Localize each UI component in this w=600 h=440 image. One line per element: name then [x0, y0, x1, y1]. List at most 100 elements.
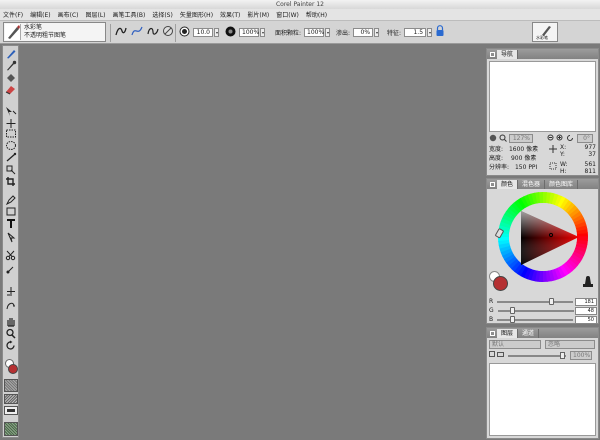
oval-select-icon[interactable] [4, 140, 18, 151]
size-field[interactable]: 10.0 [193, 27, 213, 37]
x-value: 977 [584, 144, 596, 151]
layer-opacity-slider[interactable] [508, 351, 566, 359]
brush-icon[interactable] [4, 48, 18, 59]
scissors-icon[interactable] [4, 250, 18, 261]
opacity-field[interactable]: 100% [239, 27, 259, 37]
add-point-icon[interactable] [4, 264, 18, 275]
freehand-stroke-icon[interactable] [114, 25, 128, 39]
opacity-icon [225, 26, 236, 39]
x-label: X: [560, 144, 567, 151]
layer-options-icon[interactable] [489, 351, 505, 360]
tab-navigator[interactable]: 导航 [497, 49, 519, 59]
red-slider[interactable]: R 181 [489, 297, 597, 306]
blend-field[interactable]: 0% [353, 27, 374, 37]
layer-list[interactable] [489, 363, 596, 436]
media-swatch[interactable] [4, 406, 18, 415]
nozzle-swatch[interactable] [4, 422, 18, 436]
zoom-field[interactable]: 127% [509, 134, 533, 143]
blue-knob[interactable] [510, 315, 516, 323]
menu-select[interactable]: 选择(S) [152, 10, 173, 19]
color-stamp-icon[interactable] [582, 275, 594, 291]
close-icon[interactable] [490, 330, 495, 336]
tab-mixer[interactable]: 混色器 [518, 179, 546, 189]
line-stroke-icon[interactable] [146, 25, 160, 39]
dropper-icon[interactable] [4, 60, 18, 71]
canvas-area[interactable] [20, 45, 485, 440]
tab-color[interactable]: 颜色 [497, 179, 519, 189]
brush-selector[interactable]: 水彩笔 不透明粗节图笔 [3, 22, 106, 42]
feature-spinner[interactable] [427, 27, 433, 37]
shape-icon[interactable] [4, 206, 18, 217]
blue-slider[interactable]: B 50 [489, 315, 597, 324]
composite-method-select[interactable]: 默认 [489, 340, 541, 349]
paint-bucket-icon[interactable] [4, 72, 18, 83]
rotate-field[interactable]: 0° [577, 134, 593, 143]
size-spinner[interactable] [214, 27, 219, 37]
opacity-spinner[interactable] [260, 27, 265, 37]
red-track[interactable] [497, 297, 574, 305]
blue-track[interactable] [497, 315, 574, 323]
selection-adjuster-icon[interactable] [4, 164, 18, 175]
tab-layers[interactable]: 图层 [497, 328, 519, 338]
width-value: 1600 像素 [508, 146, 539, 153]
pen-icon[interactable] [4, 194, 18, 205]
menu-brushes[interactable]: 画笔工具(B) [113, 10, 146, 19]
green-value[interactable]: 48 [575, 306, 597, 315]
lock-icon[interactable] [435, 25, 445, 39]
layer-opacity-field[interactable]: 100% [570, 351, 592, 360]
green-knob[interactable] [510, 306, 516, 314]
y-value: 37 [588, 151, 596, 158]
eraser-icon[interactable] [4, 84, 18, 95]
convert-point-icon[interactable] [4, 300, 18, 311]
menu-help[interactable]: 帮助(H) [306, 10, 327, 19]
menu-edit[interactable]: 编辑(E) [30, 10, 50, 19]
transform-icon[interactable] [4, 106, 18, 117]
red-value[interactable]: 181 [575, 297, 597, 306]
window-title: Corel Painter 12 [275, 1, 324, 8]
pattern-swatch[interactable] [4, 394, 18, 404]
grabber-icon[interactable] [4, 316, 18, 327]
lasso-icon[interactable] [4, 152, 18, 163]
rotate-canvas-icon[interactable] [566, 134, 574, 144]
text-icon[interactable] [4, 218, 18, 229]
zoom-in-icon[interactable] [556, 134, 564, 144]
paper-swatch[interactable] [4, 379, 18, 392]
layer-opacity-knob[interactable] [560, 351, 565, 359]
navigator-options-icon[interactable] [489, 134, 497, 144]
green-slider[interactable]: G 48 [489, 306, 597, 315]
blue-value[interactable]: 50 [575, 315, 597, 324]
zoom-out-icon[interactable] [547, 134, 555, 144]
tab-color-sets[interactable]: 颜色图库 [545, 179, 579, 189]
menu-canvas[interactable]: 画布(C) [58, 10, 79, 19]
rectangle-select-icon[interactable] [4, 128, 18, 139]
main-color-swatch[interactable] [8, 364, 18, 374]
menu-shapes[interactable]: 矢量图形(H) [180, 10, 213, 19]
shape-selection-icon[interactable] [4, 232, 18, 243]
recent-brush-button[interactable]: 水彩笔 [532, 22, 558, 42]
reset-brush-icon[interactable] [162, 25, 174, 39]
blend-spinner[interactable] [374, 27, 380, 37]
menu-movie[interactable]: 影片(M) [247, 10, 269, 19]
zoom-icon[interactable] [499, 134, 507, 144]
brush-category-label: 水彩笔 [24, 24, 43, 31]
menu-window[interactable]: 窗口(W) [276, 10, 299, 19]
red-knob[interactable] [549, 297, 555, 305]
navigator-preview[interactable] [489, 61, 596, 132]
menu-effects[interactable]: 效果(T) [220, 10, 240, 19]
close-icon[interactable] [490, 181, 495, 187]
paper-texture-spinner[interactable] [325, 27, 331, 37]
rotate-page-icon[interactable] [4, 340, 18, 351]
paper-texture-field[interactable]: 100% [304, 27, 324, 37]
menu-layers[interactable]: 图层(L) [86, 10, 106, 19]
main-color-circle[interactable] [493, 276, 508, 291]
green-track[interactable] [497, 306, 574, 314]
remove-point-icon[interactable] [4, 286, 18, 297]
feature-field[interactable]: 1.5 [404, 27, 427, 37]
straight-stroke-icon[interactable] [130, 25, 144, 39]
tab-channels[interactable]: 通道 [518, 328, 540, 338]
close-icon[interactable] [490, 51, 495, 57]
magnifier-icon[interactable] [4, 328, 18, 339]
composite-depth-select[interactable]: 忽略 [545, 340, 595, 349]
menu-file[interactable]: 文件(F) [3, 10, 23, 19]
crop-icon[interactable] [4, 176, 18, 187]
